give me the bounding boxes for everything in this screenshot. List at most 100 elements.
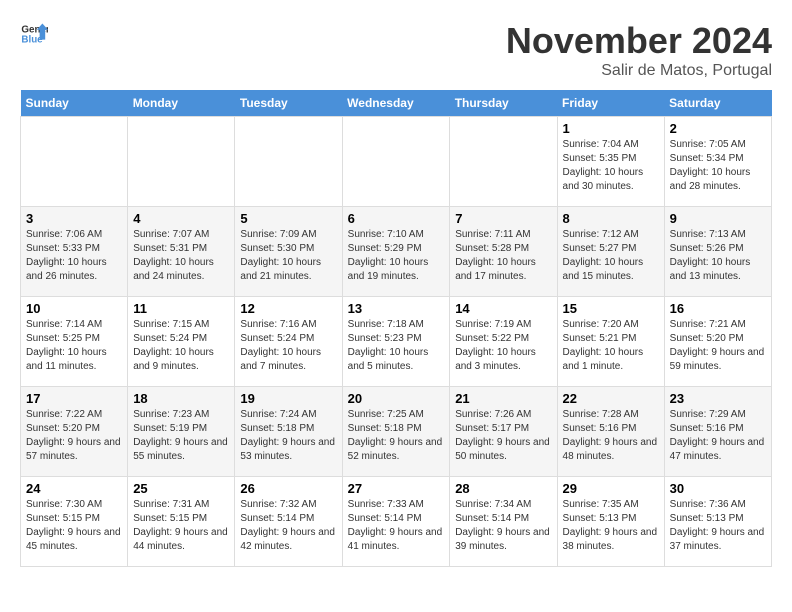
location-subtitle: Salir de Matos, Portugal: [506, 62, 772, 80]
day-number: 2: [670, 121, 766, 136]
day-number: 6: [348, 211, 445, 226]
day-info: Sunrise: 7:10 AM Sunset: 5:29 PM Dayligh…: [348, 228, 445, 284]
day-info: Sunrise: 7:30 AM Sunset: 5:15 PM Dayligh…: [26, 498, 122, 554]
day-info: Sunrise: 7:11 AM Sunset: 5:28 PM Dayligh…: [455, 228, 551, 284]
day-info: Sunrise: 7:31 AM Sunset: 5:15 PM Dayligh…: [133, 498, 229, 554]
day-info: Sunrise: 7:34 AM Sunset: 5:14 PM Dayligh…: [455, 498, 551, 554]
day-number: 18: [133, 391, 229, 406]
day-info: Sunrise: 7:12 AM Sunset: 5:27 PM Dayligh…: [563, 228, 659, 284]
day-number: 24: [26, 481, 122, 496]
day-number: 11: [133, 301, 229, 316]
calendar-day-cell: 18 Sunrise: 7:23 AM Sunset: 5:19 PM Dayli…: [128, 387, 235, 477]
day-number: 25: [133, 481, 229, 496]
calendar-week-row: 1 Sunrise: 7:04 AM Sunset: 5:35 PM Daylig…: [21, 117, 772, 207]
day-info: Sunrise: 7:15 AM Sunset: 5:24 PM Dayligh…: [133, 318, 229, 374]
day-number: 10: [26, 301, 122, 316]
calendar-day-cell: 12 Sunrise: 7:16 AM Sunset: 5:24 PM Dayli…: [235, 297, 342, 387]
calendar-day-cell: [342, 117, 450, 207]
title-section: November 2024 Salir de Matos, Portugal: [506, 20, 772, 80]
weekday-header-cell: Sunday: [21, 90, 128, 117]
calendar-day-cell: 15 Sunrise: 7:20 AM Sunset: 5:21 PM Dayli…: [557, 297, 664, 387]
day-info: Sunrise: 7:35 AM Sunset: 5:13 PM Dayligh…: [563, 498, 659, 554]
calendar-day-cell: 22 Sunrise: 7:28 AM Sunset: 5:16 PM Dayli…: [557, 387, 664, 477]
day-number: 15: [563, 301, 659, 316]
day-info: Sunrise: 7:33 AM Sunset: 5:14 PM Dayligh…: [348, 498, 445, 554]
calendar-day-cell: 29Sunrise: 7:35 AM Sunset: 5:13 PM Dayli…: [557, 477, 664, 567]
calendar-day-cell: 24 Sunrise: 7:30 AM Sunset: 5:15 PM Dayli…: [21, 477, 128, 567]
calendar-day-cell: 26Sunrise: 7:32 AM Sunset: 5:14 PM Dayli…: [235, 477, 342, 567]
day-number: 14: [455, 301, 551, 316]
calendar-week-row: 24 Sunrise: 7:30 AM Sunset: 5:15 PM Dayli…: [21, 477, 772, 567]
calendar-day-cell: 21 Sunrise: 7:26 AM Sunset: 5:17 PM Dayli…: [450, 387, 557, 477]
calendar-day-cell: 3 Sunrise: 7:06 AM Sunset: 5:33 PM Daylig…: [21, 207, 128, 297]
day-info: Sunrise: 7:22 AM Sunset: 5:20 PM Dayligh…: [26, 408, 122, 464]
calendar-day-cell: 16 Sunrise: 7:21 AM Sunset: 5:20 PM Dayli…: [664, 297, 771, 387]
day-info: Sunrise: 7:16 AM Sunset: 5:24 PM Dayligh…: [240, 318, 336, 374]
day-number: 5: [240, 211, 336, 226]
day-info: Sunrise: 7:28 AM Sunset: 5:16 PM Dayligh…: [563, 408, 659, 464]
day-number: 12: [240, 301, 336, 316]
day-number: 28: [455, 481, 551, 496]
day-info: Sunrise: 7:21 AM Sunset: 5:20 PM Dayligh…: [670, 318, 766, 374]
day-info: Sunrise: 7:04 AM Sunset: 5:35 PM Dayligh…: [563, 138, 659, 194]
day-info: Sunrise: 7:06 AM Sunset: 5:33 PM Dayligh…: [26, 228, 122, 284]
calendar-day-cell: 7Sunrise: 7:11 AM Sunset: 5:28 PM Daylig…: [450, 207, 557, 297]
calendar-day-cell: 25 Sunrise: 7:31 AM Sunset: 5:15 PM Dayli…: [128, 477, 235, 567]
calendar-week-row: 10 Sunrise: 7:14 AM Sunset: 5:25 PM Dayli…: [21, 297, 772, 387]
month-title: November 2024: [506, 20, 772, 62]
calendar-day-cell: 23Sunrise: 7:29 AM Sunset: 5:16 PM Dayli…: [664, 387, 771, 477]
day-info: Sunrise: 7:13 AM Sunset: 5:26 PM Dayligh…: [670, 228, 766, 284]
day-number: 8: [563, 211, 659, 226]
calendar-day-cell: 19 Sunrise: 7:24 AM Sunset: 5:18 PM Dayli…: [235, 387, 342, 477]
calendar-day-cell: 5 Sunrise: 7:09 AM Sunset: 5:30 PM Daylig…: [235, 207, 342, 297]
calendar-day-cell: 10 Sunrise: 7:14 AM Sunset: 5:25 PM Dayli…: [21, 297, 128, 387]
calendar-day-cell: [128, 117, 235, 207]
day-number: 17: [26, 391, 122, 406]
calendar-day-cell: 2 Sunrise: 7:05 AM Sunset: 5:34 PM Daylig…: [664, 117, 771, 207]
calendar-day-cell: 4Sunrise: 7:07 AM Sunset: 5:31 PM Daylig…: [128, 207, 235, 297]
day-number: 1: [563, 121, 659, 136]
weekday-header-cell: Thursday: [450, 90, 557, 117]
calendar-day-cell: [450, 117, 557, 207]
day-number: 3: [26, 211, 122, 226]
day-number: 26: [240, 481, 336, 496]
day-number: 30: [670, 481, 766, 496]
day-number: 21: [455, 391, 551, 406]
day-info: Sunrise: 7:09 AM Sunset: 5:30 PM Dayligh…: [240, 228, 336, 284]
calendar-day-cell: 20Sunrise: 7:25 AM Sunset: 5:18 PM Dayli…: [342, 387, 450, 477]
day-info: Sunrise: 7:25 AM Sunset: 5:18 PM Dayligh…: [348, 408, 445, 464]
day-number: 23: [670, 391, 766, 406]
day-info: Sunrise: 7:14 AM Sunset: 5:25 PM Dayligh…: [26, 318, 122, 374]
calendar-week-row: 3 Sunrise: 7:06 AM Sunset: 5:33 PM Daylig…: [21, 207, 772, 297]
day-info: Sunrise: 7:23 AM Sunset: 5:19 PM Dayligh…: [133, 408, 229, 464]
day-info: Sunrise: 7:18 AM Sunset: 5:23 PM Dayligh…: [348, 318, 445, 374]
calendar-day-cell: 30 Sunrise: 7:36 AM Sunset: 5:13 PM Dayli…: [664, 477, 771, 567]
calendar-day-cell: 8 Sunrise: 7:12 AM Sunset: 5:27 PM Daylig…: [557, 207, 664, 297]
calendar-day-cell: [235, 117, 342, 207]
calendar-body: 1 Sunrise: 7:04 AM Sunset: 5:35 PM Daylig…: [21, 117, 772, 567]
day-number: 27: [348, 481, 445, 496]
calendar-day-cell: 17 Sunrise: 7:22 AM Sunset: 5:20 PM Dayli…: [21, 387, 128, 477]
logo: General Blue: [20, 20, 48, 48]
calendar-day-cell: 11 Sunrise: 7:15 AM Sunset: 5:24 PM Dayli…: [128, 297, 235, 387]
calendar-day-cell: 27 Sunrise: 7:33 AM Sunset: 5:14 PM Dayli…: [342, 477, 450, 567]
weekday-header-row: SundayMondayTuesdayWednesdayThursdayFrid…: [21, 90, 772, 117]
calendar-day-cell: 1 Sunrise: 7:04 AM Sunset: 5:35 PM Daylig…: [557, 117, 664, 207]
day-number: 19: [240, 391, 336, 406]
day-number: 13: [348, 301, 445, 316]
calendar-day-cell: 28 Sunrise: 7:34 AM Sunset: 5:14 PM Dayli…: [450, 477, 557, 567]
day-info: Sunrise: 7:05 AM Sunset: 5:34 PM Dayligh…: [670, 138, 766, 194]
day-number: 22: [563, 391, 659, 406]
day-number: 16: [670, 301, 766, 316]
day-info: Sunrise: 7:26 AM Sunset: 5:17 PM Dayligh…: [455, 408, 551, 464]
calendar-table: SundayMondayTuesdayWednesdayThursdayFrid…: [20, 90, 772, 567]
day-info: Sunrise: 7:07 AM Sunset: 5:31 PM Dayligh…: [133, 228, 229, 284]
day-info: Sunrise: 7:24 AM Sunset: 5:18 PM Dayligh…: [240, 408, 336, 464]
day-info: Sunrise: 7:36 AM Sunset: 5:13 PM Dayligh…: [670, 498, 766, 554]
weekday-header-cell: Wednesday: [342, 90, 450, 117]
weekday-header-cell: Monday: [128, 90, 235, 117]
day-info: Sunrise: 7:20 AM Sunset: 5:21 PM Dayligh…: [563, 318, 659, 374]
weekday-header-cell: Saturday: [664, 90, 771, 117]
calendar-day-cell: [21, 117, 128, 207]
calendar-day-cell: 14Sunrise: 7:19 AM Sunset: 5:22 PM Dayli…: [450, 297, 557, 387]
